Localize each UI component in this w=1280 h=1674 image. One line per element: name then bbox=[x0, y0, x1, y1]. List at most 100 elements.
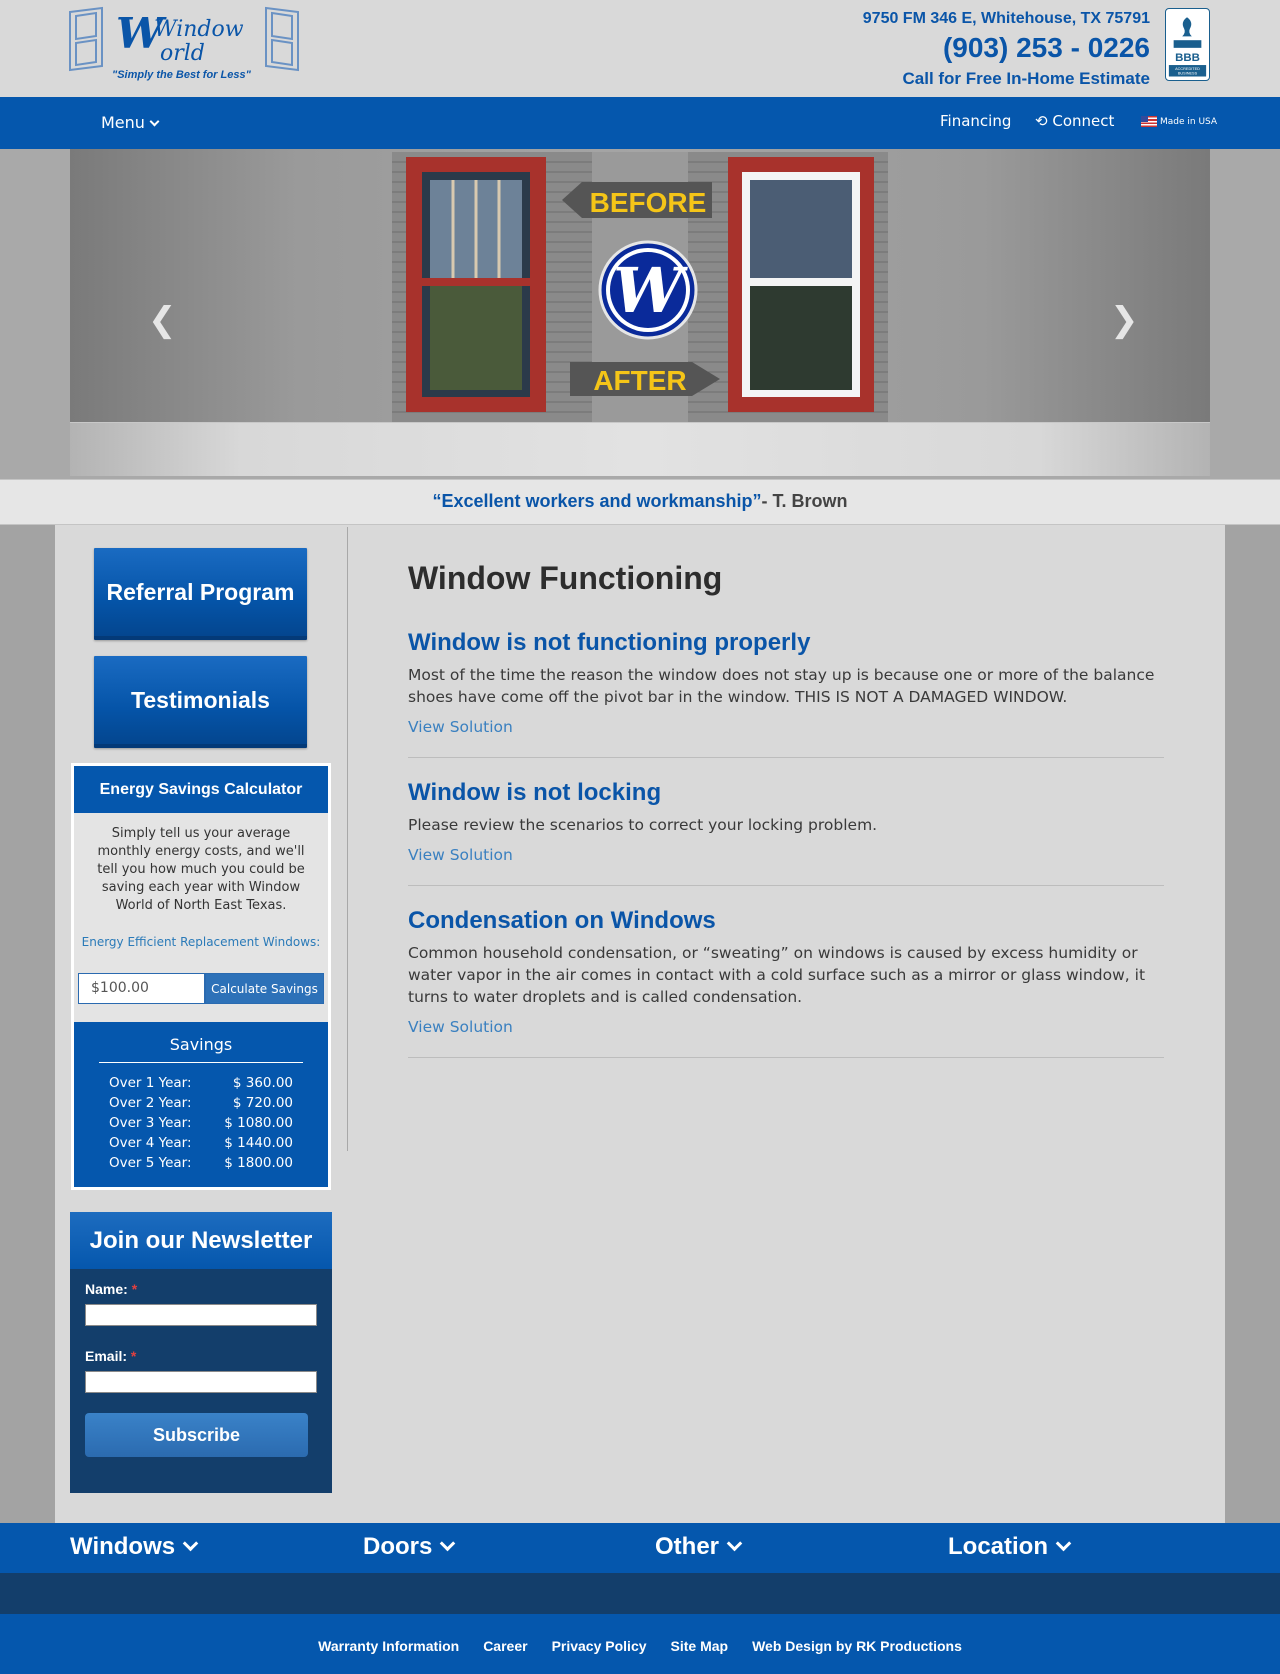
footer-nav-doors[interactable]: Doors bbox=[363, 1533, 456, 1561]
savings-row-value: $ 1080.00 bbox=[224, 1115, 293, 1131]
issue-text: Most of the time the reason the window d… bbox=[408, 666, 1155, 706]
issue-text: Common household condensation, or “sweat… bbox=[408, 944, 1146, 1006]
bbb-badge-icon[interactable]: BBB ACCREDITED BUSINESS bbox=[1165, 8, 1210, 81]
required-marker: * bbox=[130, 1348, 137, 1364]
savings-divider bbox=[99, 1062, 303, 1063]
chevron-down-icon bbox=[726, 1535, 743, 1552]
footer-links-bar: Warranty Information Career Privacy Poli… bbox=[0, 1614, 1280, 1674]
privacy-policy-link[interactable]: Privacy Policy bbox=[552, 1638, 647, 1654]
menu-label: Menu bbox=[101, 113, 145, 132]
savings-row-value: $ 1440.00 bbox=[224, 1135, 293, 1151]
monthly-cost-input[interactable]: $100.00 bbox=[78, 973, 205, 1004]
svg-text:BUSINESS: BUSINESS bbox=[1178, 72, 1198, 76]
footer-nav-label: Doors bbox=[363, 1533, 433, 1560]
site-map-link[interactable]: Site Map bbox=[671, 1638, 729, 1654]
footer-nav: Windows Doors Other Location bbox=[0, 1523, 1280, 1573]
testimonial-quote: “Excellent workers and workmanship” bbox=[432, 491, 762, 511]
email-label-text: Email: bbox=[85, 1348, 128, 1364]
footer-nav-label: Other bbox=[655, 1533, 720, 1560]
issue-item: Window is not functioning properly Most … bbox=[408, 628, 1164, 758]
email-field[interactable] bbox=[85, 1371, 317, 1393]
calculator-title: Energy Savings Calculator bbox=[74, 766, 328, 813]
issue-heading: Window is not functioning properly bbox=[408, 629, 811, 656]
newsletter-title: Join our Newsletter bbox=[70, 1212, 332, 1269]
calculator-form: $100.00 Calculate Savings bbox=[78, 973, 324, 1004]
footer-band bbox=[0, 1573, 1280, 1614]
main-content: Window Functioning Window is not functio… bbox=[408, 560, 1164, 1078]
savings-row-label: Over 5 Year: bbox=[109, 1155, 192, 1171]
footer-nav-other[interactable]: Other bbox=[655, 1533, 743, 1561]
phone-number[interactable]: (903) 253 - 0226 bbox=[863, 31, 1150, 65]
hero-shadow-strip bbox=[70, 422, 1210, 476]
testimonial-bar: “Excellent workers and workmanship”- T. … bbox=[0, 479, 1280, 525]
email-label: Email: * bbox=[85, 1348, 136, 1364]
svg-text:BBB: BBB bbox=[1175, 52, 1200, 64]
made-in-usa: Made in USA bbox=[1141, 116, 1217, 127]
newsletter-signup: Join our Newsletter Name: * Email: * Sub… bbox=[70, 1212, 332, 1493]
footer-nav-location[interactable]: Location bbox=[948, 1533, 1072, 1561]
energy-efficient-windows-link[interactable]: Energy Efficient Replacement Windows: bbox=[74, 935, 328, 949]
estimate-cta: Call for Free In-Home Estimate bbox=[902, 69, 1150, 88]
savings-row-label: Over 4 Year: bbox=[109, 1135, 192, 1151]
after-label: AFTER bbox=[593, 365, 686, 396]
testimonials-button[interactable]: Testimonials bbox=[94, 656, 307, 748]
name-label-text: Name: bbox=[85, 1281, 128, 1297]
chevron-down-icon bbox=[182, 1535, 199, 1552]
testimonial-author: - T. Brown bbox=[761, 491, 848, 511]
chevron-down-icon bbox=[149, 116, 160, 127]
name-label: Name: * bbox=[85, 1281, 137, 1297]
savings-row: Over 4 Year: $ 1440.00 bbox=[109, 1133, 293, 1153]
savings-row-label: Over 1 Year: bbox=[109, 1075, 192, 1091]
window-world-logo[interactable]: W Window orld "Simply the Best for Less" bbox=[68, 6, 303, 84]
issue-text: Please review the scenarios to correct y… bbox=[408, 816, 878, 834]
view-solution-link[interactable]: View Solution bbox=[408, 1018, 513, 1036]
before-label: BEFORE bbox=[590, 187, 707, 218]
calculate-savings-button[interactable]: Calculate Savings bbox=[205, 973, 324, 1004]
footer-nav-label: Location bbox=[948, 1533, 1048, 1560]
career-link[interactable]: Career bbox=[483, 1638, 527, 1654]
savings-row-value: $ 360.00 bbox=[232, 1075, 293, 1091]
us-flag-icon bbox=[1141, 116, 1157, 127]
savings-row: Over 1 Year: $ 360.00 bbox=[109, 1073, 293, 1093]
connect-label: Connect bbox=[1052, 112, 1115, 130]
footer-nav-windows[interactable]: Windows bbox=[70, 1533, 199, 1561]
issue-item: Window is not locking Please review the … bbox=[408, 778, 1164, 886]
chevron-down-icon bbox=[440, 1535, 456, 1552]
menu-toggle[interactable]: Menu bbox=[101, 113, 160, 132]
carousel-next-icon[interactable]: ❯ bbox=[1110, 300, 1139, 340]
logo-text-top: Window bbox=[154, 17, 244, 42]
sidebar-divider bbox=[347, 527, 348, 1151]
warranty-link[interactable]: Warranty Information bbox=[318, 1638, 459, 1654]
savings-row: Over 2 Year: $ 720.00 bbox=[109, 1093, 293, 1113]
savings-row-label: Over 3 Year: bbox=[109, 1115, 192, 1131]
chevron-down-icon bbox=[1055, 1535, 1072, 1552]
issue-heading: Condensation on Windows bbox=[408, 907, 716, 934]
savings-row-value: $ 720.00 bbox=[232, 1095, 293, 1111]
subscribe-button[interactable]: Subscribe bbox=[85, 1413, 308, 1457]
nav-financing[interactable]: Financing bbox=[940, 112, 1011, 130]
referral-program-button[interactable]: Referral Program bbox=[94, 548, 307, 640]
footer-nav-label: Windows bbox=[70, 1533, 176, 1560]
savings-row-value: $ 1800.00 bbox=[224, 1155, 293, 1171]
web-design-credit-link[interactable]: Web Design by RK Productions bbox=[752, 1638, 962, 1654]
nav-connect[interactable]: ⟲ Connect bbox=[1035, 112, 1114, 130]
issue-heading: Window is not locking bbox=[408, 779, 662, 806]
address: 9750 FM 346 E, Whitehouse, TX 75791 bbox=[862, 10, 1150, 27]
svg-text:orld: orld bbox=[160, 41, 205, 66]
w-badge-icon: W bbox=[613, 254, 688, 327]
main-nav: Menu Financing ⟲ Connect Made in USA bbox=[0, 97, 1280, 149]
calculator-description: Simply tell us your average monthly ener… bbox=[97, 826, 305, 913]
header-contact: 9750 FM 346 E, Whitehouse, TX 75791 (903… bbox=[863, 9, 1150, 89]
savings-title: Savings bbox=[169, 1035, 233, 1054]
view-solution-link[interactable]: View Solution bbox=[408, 846, 513, 864]
share-icon: ⟲ bbox=[1035, 112, 1048, 130]
logo-tagline: "Simply the Best for Less" bbox=[112, 69, 252, 81]
svg-text:ACCREDITED: ACCREDITED bbox=[1175, 67, 1200, 71]
name-field[interactable] bbox=[85, 1304, 317, 1326]
savings-panel: Savings Over 1 Year: $ 360.00 Over 2 Year… bbox=[74, 1022, 328, 1187]
carousel-prev-icon[interactable]: ❮ bbox=[148, 300, 177, 340]
made-in-usa-label: Made in USA bbox=[1160, 116, 1218, 127]
view-solution-link[interactable]: View Solution bbox=[408, 718, 513, 736]
savings-row: Over 3 Year: $ 1080.00 bbox=[109, 1113, 293, 1133]
required-marker: * bbox=[131, 1281, 138, 1297]
